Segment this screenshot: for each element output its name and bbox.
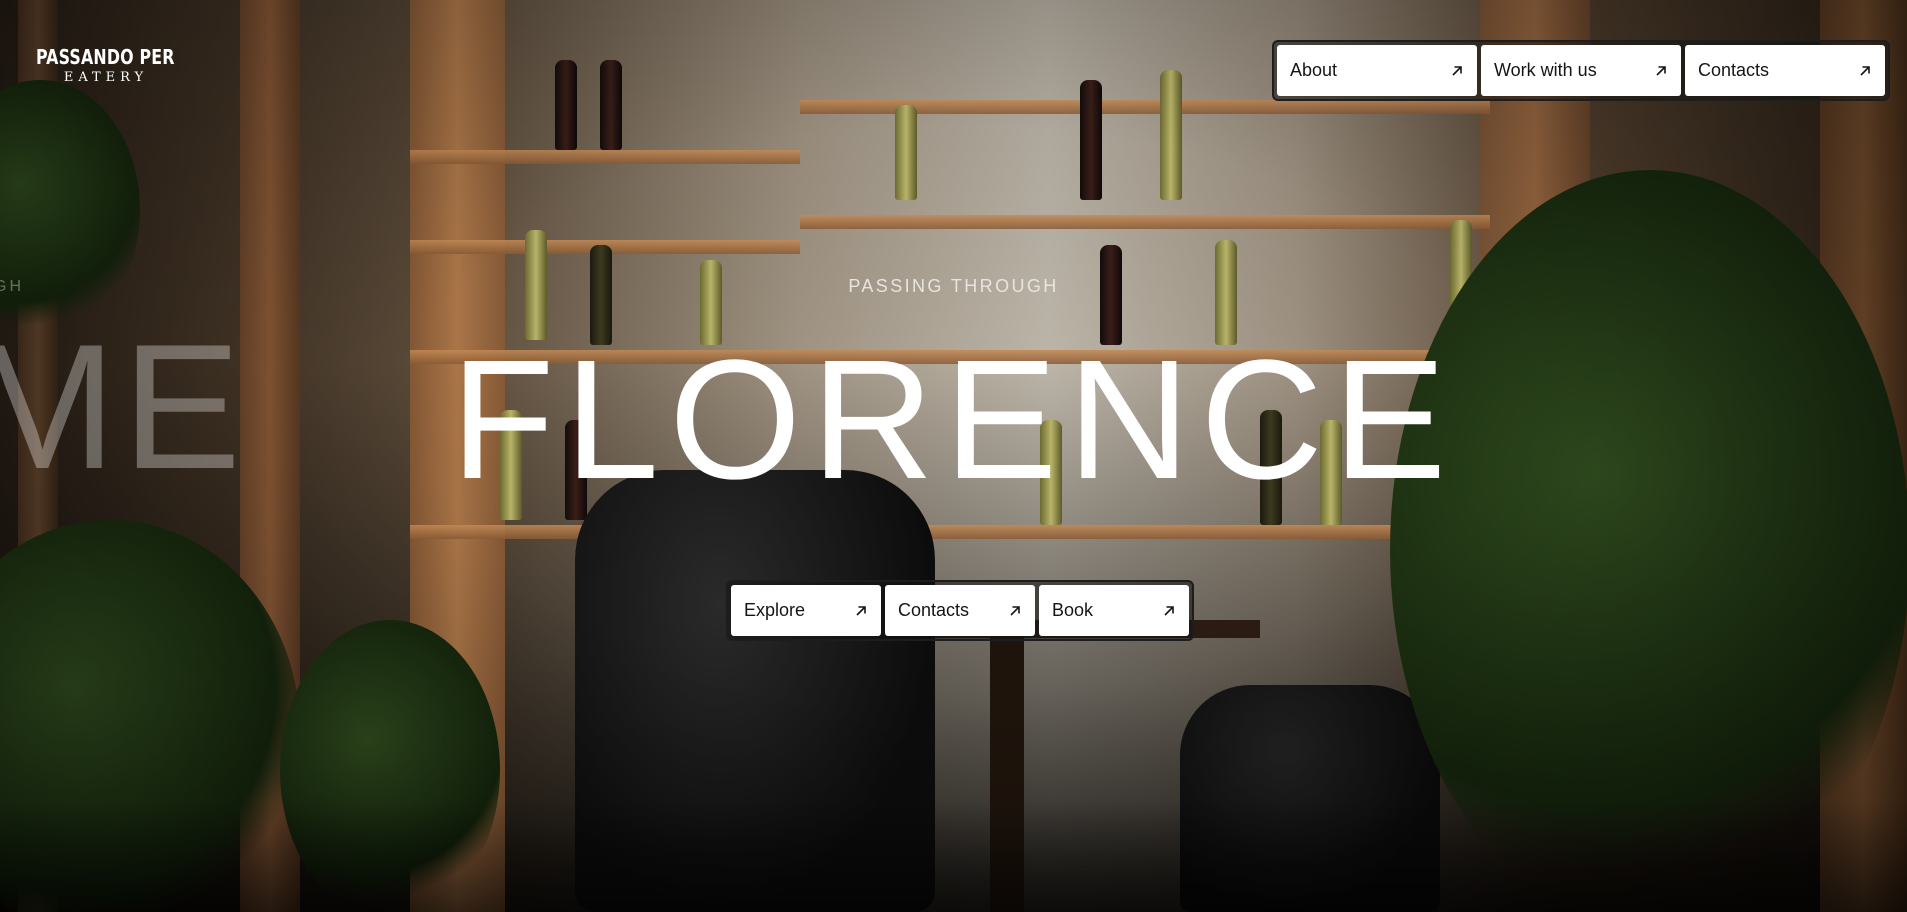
brand-name: PASSANDO PER: [36, 45, 175, 69]
nav-about-button[interactable]: About: [1277, 45, 1477, 96]
nav-work-with-us-button[interactable]: Work with us: [1481, 45, 1681, 96]
book-label: Book: [1052, 600, 1094, 620]
arrow-up-right-icon: [1656, 65, 1666, 76]
top-navigation: About Work with us Contacts: [1272, 40, 1890, 101]
arrow-up-right-icon: [1010, 605, 1020, 616]
nav-work-with-us-label: Work with us: [1494, 60, 1597, 80]
contacts-button[interactable]: Contacts: [885, 585, 1035, 636]
nav-contacts-label: Contacts: [1698, 60, 1770, 80]
arrow-up-right-icon: [1452, 65, 1462, 76]
arrow-up-right-icon: [1860, 65, 1870, 76]
arrow-up-right-icon: [856, 605, 866, 616]
hero-cta-group: Explore Contacts Book: [726, 580, 1194, 641]
nav-contacts-button[interactable]: Contacts: [1685, 45, 1885, 96]
brand-logo[interactable]: PASSANDO PER EATERY: [36, 46, 176, 86]
contacts-label: Contacts: [898, 600, 970, 620]
brand-subtitle: EATERY: [63, 70, 149, 85]
arrow-up-right-icon: [1164, 605, 1174, 616]
nav-about-label: About: [1290, 60, 1338, 80]
hero-title: FLORENCE: [450, 325, 1457, 515]
book-button[interactable]: Book: [1039, 585, 1189, 636]
explore-label: Explore: [744, 600, 806, 620]
explore-button[interactable]: Explore: [731, 585, 881, 636]
hero-kicker: PASSING THROUGH: [848, 276, 1059, 296]
